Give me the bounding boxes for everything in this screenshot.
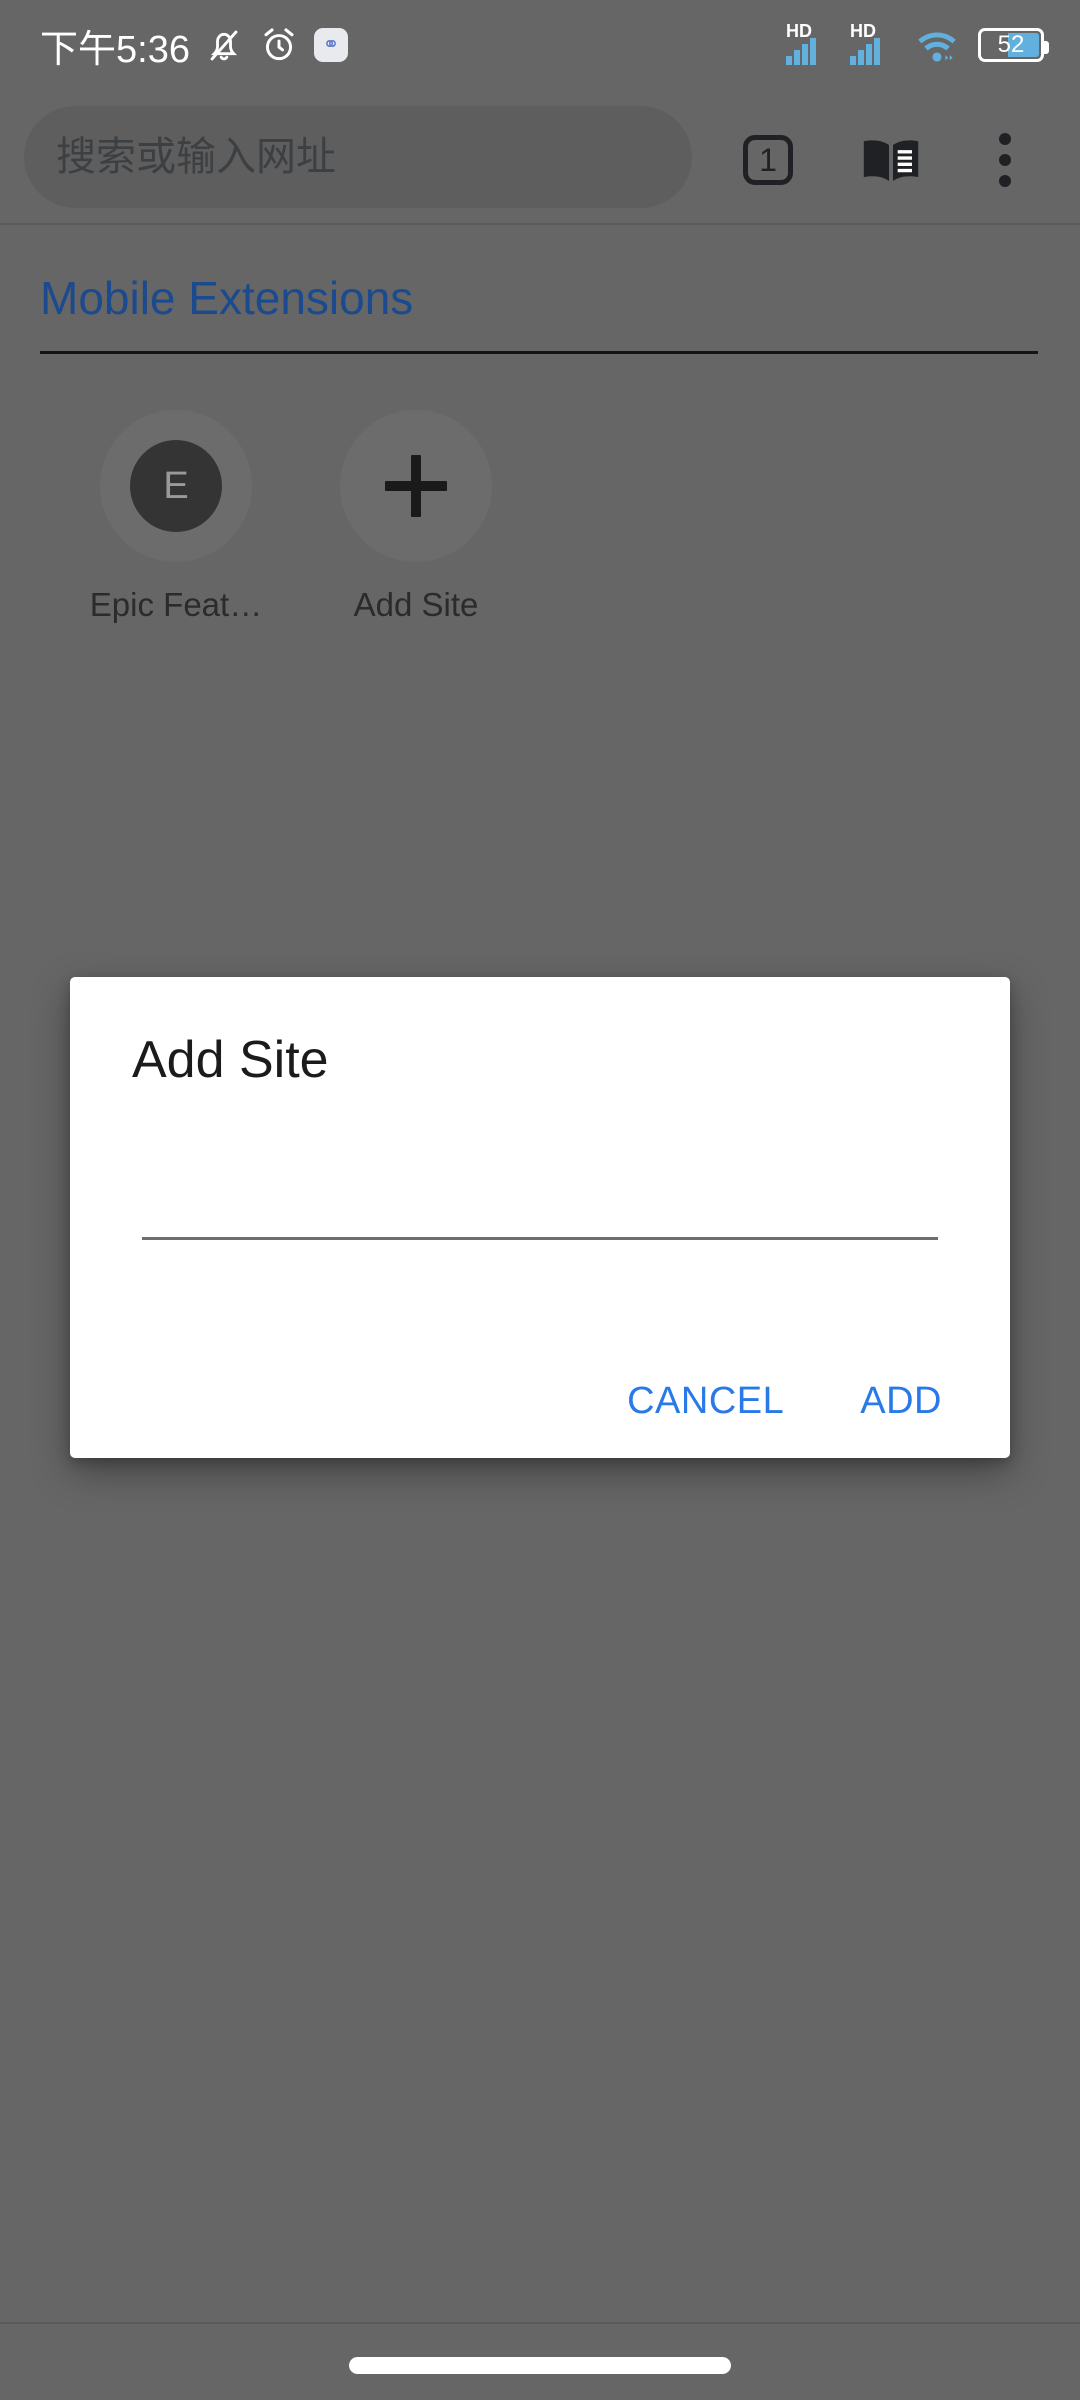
dialog-action-bar: CANCEL ADD: [627, 1382, 942, 1420]
home-gesture-handle[interactable]: [349, 2356, 731, 2374]
dialog-title: Add Site: [132, 1031, 329, 1089]
phone-screen: 下午5:36 ⚭ HD HD 52 搜索或输入网址 1 Mobile Exten…: [0, 0, 1080, 2400]
site-url-input[interactable]: [142, 1182, 938, 1240]
add-site-dialog: Add Site CANCEL ADD: [70, 977, 1010, 1458]
battery-percent-label: 52: [997, 31, 1025, 58]
dialog-input-container: [142, 1182, 938, 1244]
cancel-button[interactable]: CANCEL: [627, 1382, 784, 1420]
add-button[interactable]: ADD: [860, 1382, 942, 1420]
system-navigation-bar: [0, 2322, 1080, 2400]
